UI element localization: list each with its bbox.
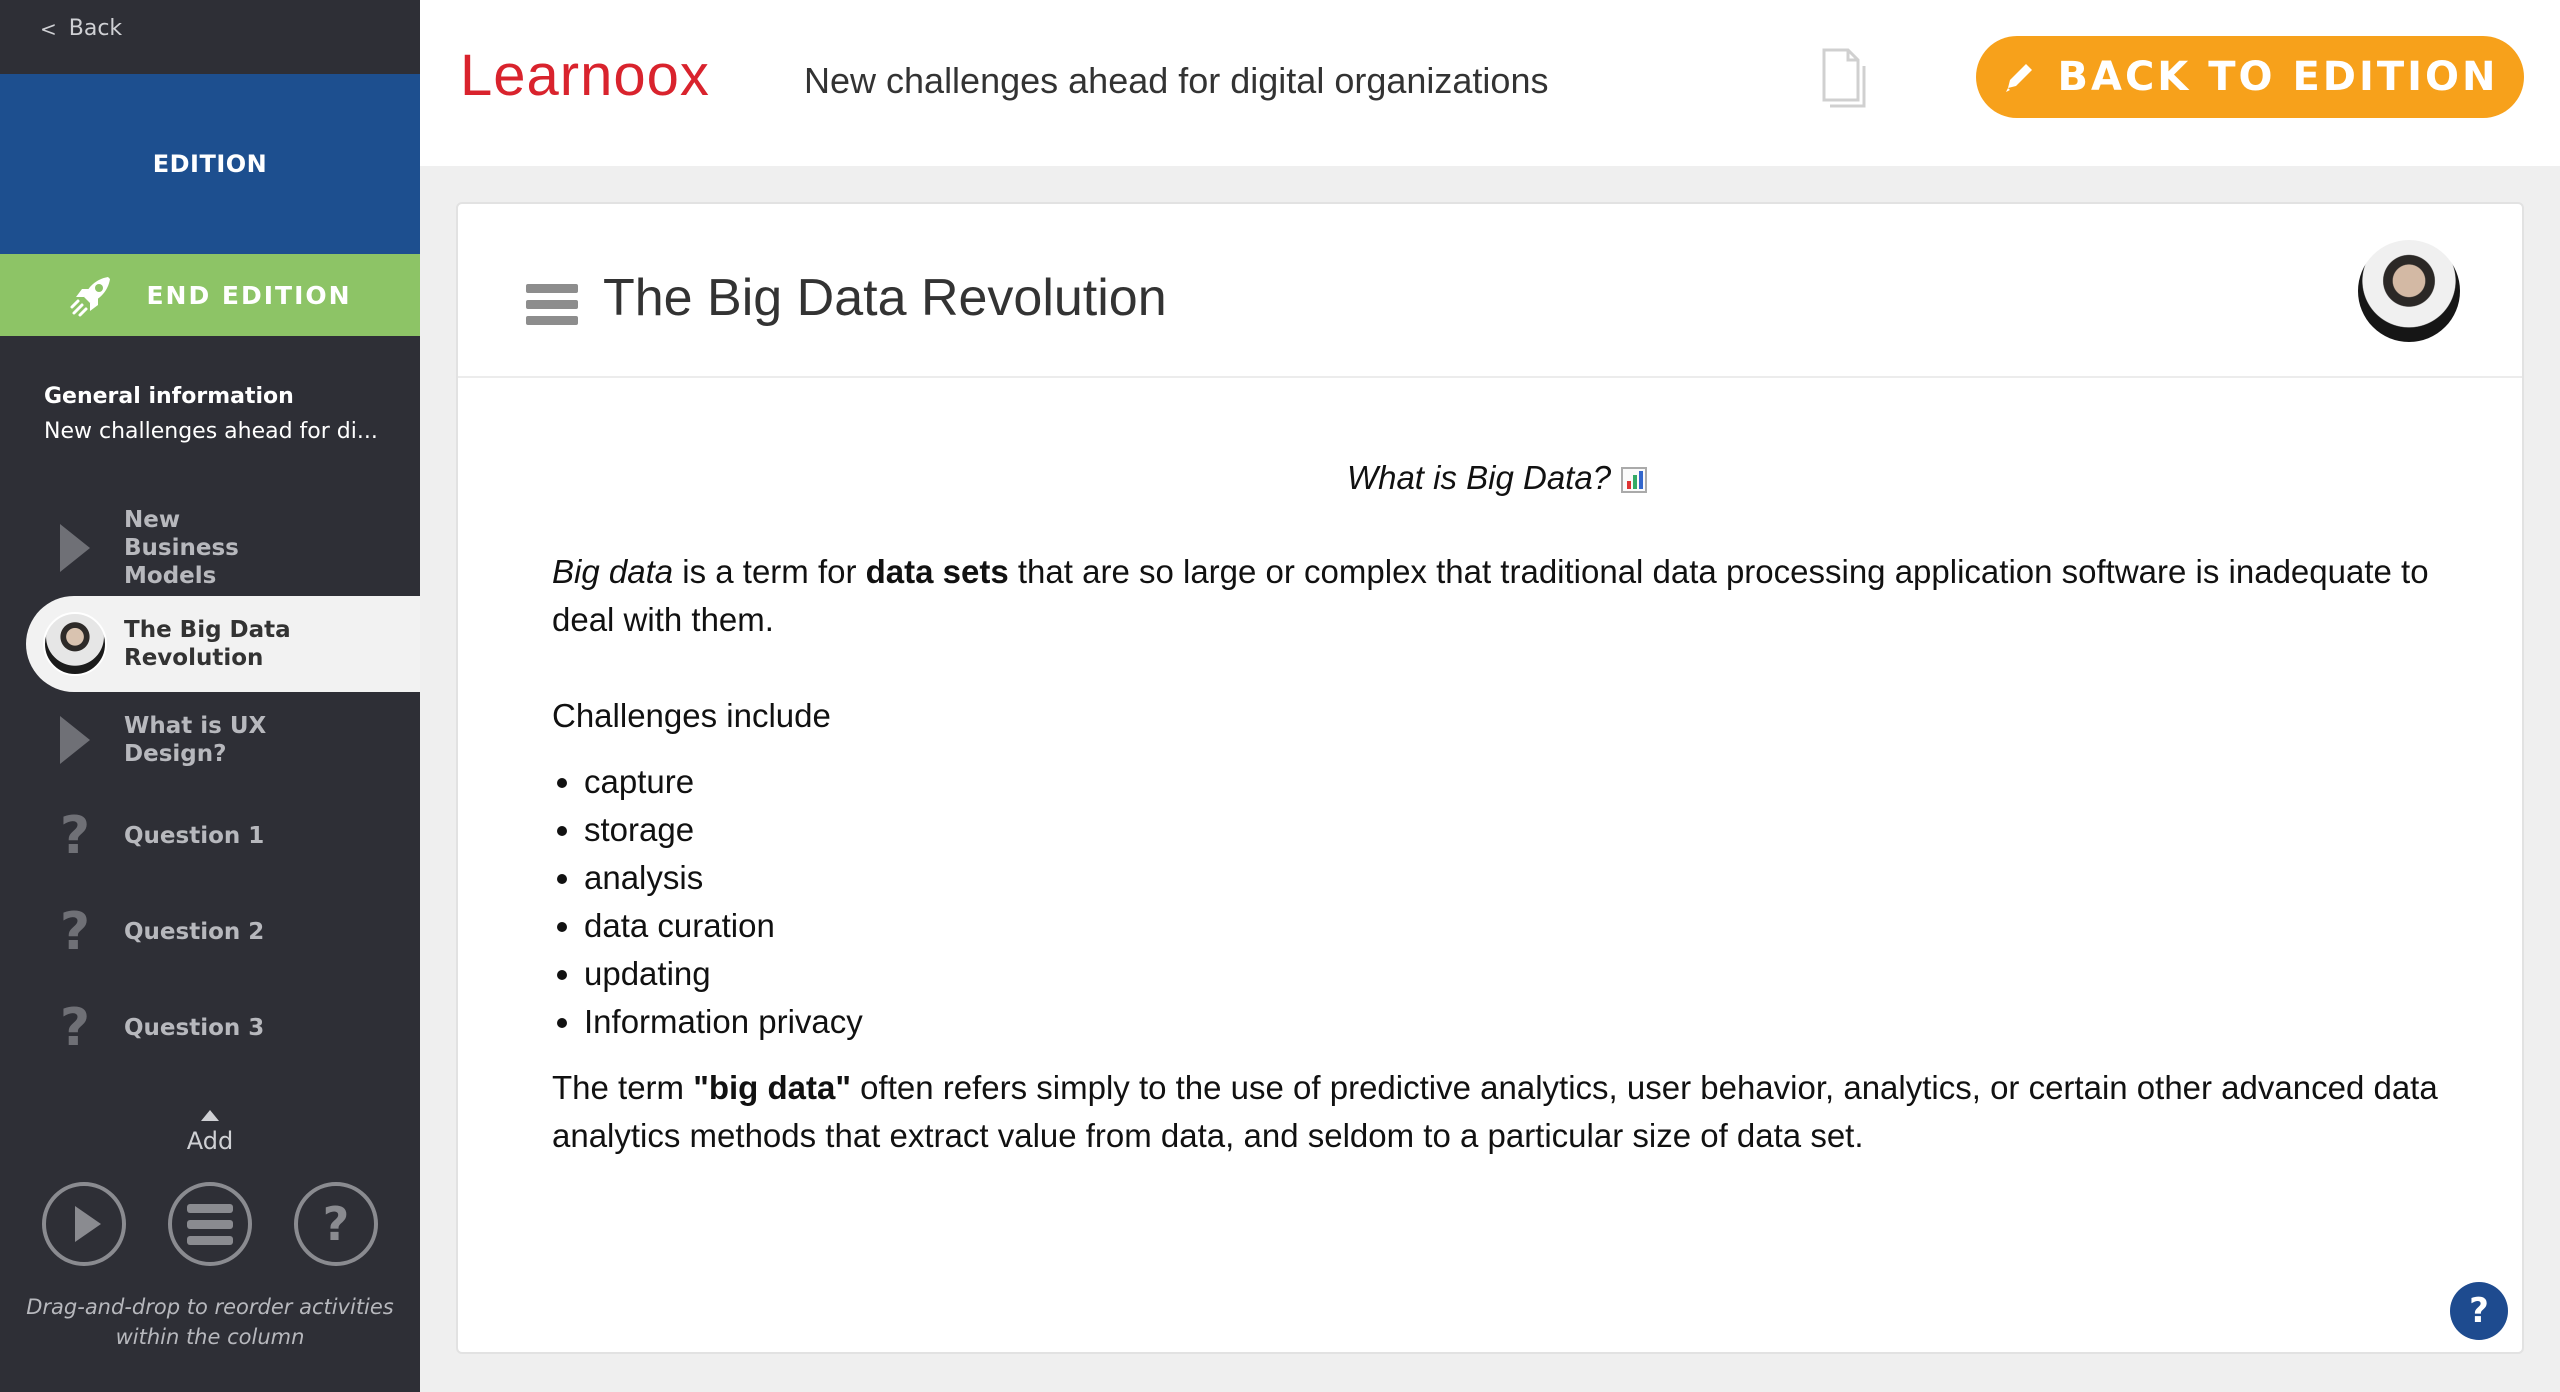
logo[interactable]: Learnoox [460, 42, 710, 109]
activity-question-1[interactable]: ? Question 1 [0, 788, 420, 884]
play-icon [75, 1206, 101, 1242]
back-to-edition-label: BACK TO EDITION [2057, 54, 2499, 100]
avatar [43, 612, 107, 676]
p1-text-a: is a term for [673, 553, 866, 590]
end-edition-button[interactable]: END EDITION [0, 254, 420, 336]
activity-label: Question 1 [124, 823, 265, 849]
add-label: Add [186, 1127, 234, 1155]
term-data-sets: data sets [865, 553, 1009, 590]
list-item: capture [584, 758, 2442, 806]
chevron-left-icon: < [40, 16, 57, 41]
back-label: Back [68, 16, 123, 41]
term-big-data: Big data [552, 553, 674, 590]
list-item: storage [584, 806, 2442, 854]
reorder-hint: Drag-and-drop to reorder activities with… [26, 1295, 394, 1349]
bar-chart-icon [1621, 467, 1648, 494]
activity-label: The Big Data Revolution [124, 617, 291, 671]
paragraph-definition: Big data is a term for data sets that ar… [552, 548, 2442, 644]
general-title: General information [44, 384, 294, 409]
list-item: analysis [584, 854, 2442, 902]
p2-text-a: The term [552, 1069, 694, 1106]
menu-icon[interactable] [526, 284, 578, 325]
term-big-data-quoted: "big data" [693, 1069, 852, 1106]
activity-label: What is UX Design? [124, 713, 267, 767]
question-icon: ? [322, 1197, 350, 1251]
general-subtitle: New challenges ahead for di... [44, 419, 378, 444]
activity-question-3[interactable]: ? Question 3 [0, 980, 420, 1076]
card-title: The Big Data Revolution [603, 269, 1167, 327]
list-item: updating [584, 950, 2442, 998]
activity-card: The Big Data Revolution What is Big Data… [456, 202, 2524, 1354]
activity-label: Question 2 [124, 919, 265, 945]
list-item: data curation [584, 902, 2442, 950]
question-icon: ? [2469, 1291, 2489, 1331]
content-subtitle: What is Big Data? [552, 454, 2442, 502]
help-button[interactable]: ? [2450, 1282, 2508, 1340]
edition-label: EDITION [152, 150, 268, 178]
caret-up-icon [201, 1110, 219, 1121]
edition-header: EDITION [0, 74, 420, 254]
play-icon [60, 524, 90, 572]
card-content: What is Big Data? Big data is a term for… [552, 454, 2442, 1208]
question-icon: ? [59, 806, 91, 866]
general-information[interactable]: General information New challenges ahead… [44, 384, 378, 444]
activity-label: New Business Models [124, 507, 239, 589]
back-link[interactable]: < Back [40, 16, 122, 41]
card-header: The Big Data Revolution [458, 204, 2522, 378]
challenges-intro: Challenges include [552, 697, 831, 734]
paragraph-term: The term "big data" often refers simply … [552, 1064, 2442, 1160]
document-icon[interactable] [1814, 46, 1868, 110]
add-text-button[interactable] [168, 1182, 252, 1266]
list-item: Information privacy [584, 998, 2442, 1046]
play-icon [60, 716, 90, 764]
activity-what-is-ux-design[interactable]: What is UX Design? [0, 692, 420, 788]
author-avatar [2358, 240, 2460, 342]
subtitle-text: What is Big Data? [1346, 459, 1612, 496]
end-edition-label: END EDITION [146, 280, 352, 310]
pencil-icon [2005, 64, 2032, 92]
activity-new-business-models[interactable]: New Business Models [0, 500, 420, 596]
rocket-icon [70, 277, 111, 317]
list-icon [187, 1203, 233, 1245]
activity-question-2[interactable]: ? Question 2 [0, 884, 420, 980]
add-question-button[interactable]: ? [294, 1182, 378, 1266]
top-header: Learnoox New challenges ahead for digita… [420, 0, 2560, 166]
add-section: Add [0, 1110, 420, 1155]
activity-label: Question 3 [124, 1015, 265, 1041]
sidebar: < Back EDITION END EDITION General infor… [0, 0, 420, 1392]
activity-big-data-revolution[interactable]: The Big Data Revolution [26, 596, 420, 692]
course-title: New challenges ahead for digital organiz… [804, 60, 1549, 101]
add-video-button[interactable] [42, 1182, 126, 1266]
back-to-edition-button[interactable]: BACK TO EDITION [1976, 36, 2524, 118]
question-icon: ? [59, 998, 91, 1058]
question-icon: ? [59, 902, 91, 962]
challenges-list: capture storage analysis data curation u… [584, 758, 2442, 1046]
